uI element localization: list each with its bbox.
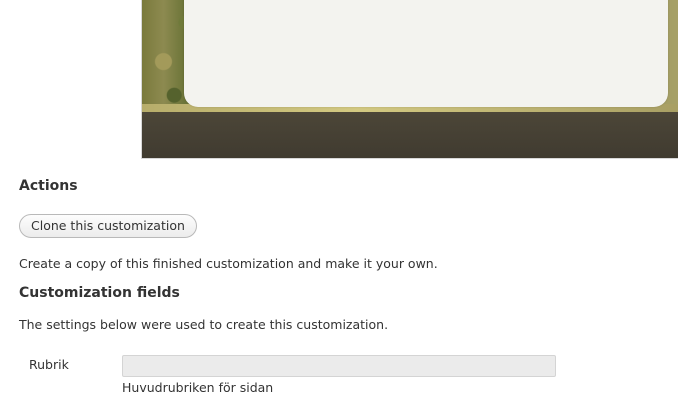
rubrik-field[interactable]: [122, 355, 556, 377]
customization-preview-image: [141, 0, 678, 159]
actions-heading: Actions: [19, 178, 78, 194]
rubrik-help-text: Huvudrubriken för sidan: [122, 380, 274, 395]
customization-fields-heading: Customization fields: [19, 285, 180, 301]
preview-card: [184, 0, 668, 107]
clone-customization-button[interactable]: Clone this customization: [19, 214, 197, 238]
preview-footer: [142, 112, 678, 158]
actions-description: Create a copy of this finished customiza…: [19, 256, 438, 271]
rubrik-label: Rubrik: [29, 357, 69, 372]
customization-fields-description: The settings below were used to create t…: [19, 317, 389, 332]
customization-page: Actions Clone this customization Create …: [0, 0, 678, 408]
